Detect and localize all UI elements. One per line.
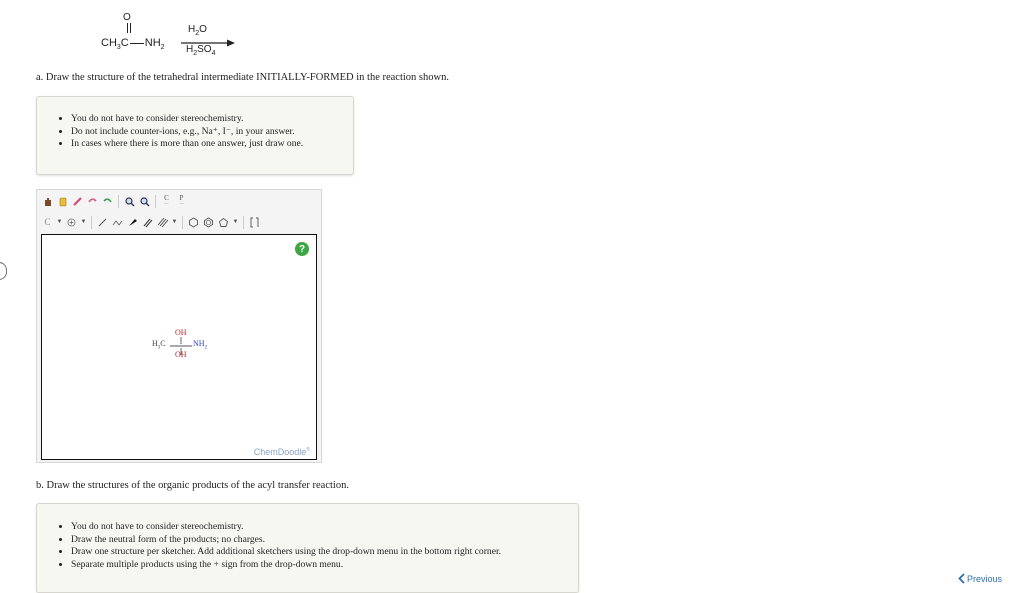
toolbar-separator (118, 194, 119, 208)
chevron-down-icon[interactable]: ▼ (232, 216, 239, 229)
carbonyl-oxygen: O (123, 12, 131, 23)
toolbar-separator (91, 215, 92, 229)
reagent-sulfuric-acid: H2SO4 (186, 44, 216, 57)
reaction-scheme: O CH3C NH2 H2O H2SO4 (95, 8, 255, 58)
charge-icon[interactable] (65, 216, 78, 229)
mol-right-nh2: NH2 (193, 339, 207, 351)
chevron-down-icon[interactable]: ▼ (171, 216, 178, 229)
hint-b-1: You do not have to consider stereochemis… (71, 521, 578, 534)
question-b: b. Draw the structures of the organic pr… (36, 480, 349, 491)
benzene-icon[interactable] (202, 216, 215, 229)
question-a: a. Draw the structure of the tetrahedral… (36, 72, 449, 83)
toolbar-separator (155, 194, 156, 208)
pen-icon[interactable] (71, 195, 84, 208)
carbonyl-double-bond (127, 23, 131, 33)
amine-nh: NH (144, 37, 161, 49)
toolbar-separator (182, 215, 183, 229)
erase-icon[interactable] (56, 195, 69, 208)
atom-c-icon[interactable]: C (41, 216, 54, 229)
previous-button[interactable]: Previous (958, 573, 1002, 584)
mol-left-c: C (160, 339, 166, 348)
mol-right-sub: 2 (204, 345, 208, 351)
chain-icon[interactable] (111, 216, 124, 229)
sketcher-toolbar-top: C ~~ P ~~ (41, 192, 188, 210)
water-o: O (199, 24, 207, 35)
hint-a-1: You do not have to consider stereochemis… (71, 113, 353, 126)
chemdoodle-logo: ChemDoodle® (254, 447, 310, 457)
hint-b-2: Draw the neutral form of the products; n… (71, 534, 578, 547)
hint-b-4: Separate multiple products using the + s… (71, 559, 578, 572)
cn-bond (129, 42, 144, 44)
zoom-out-icon[interactable] (138, 195, 151, 208)
perspective-icon[interactable]: P ~~ (175, 195, 188, 208)
help-button[interactable]: ? (295, 242, 309, 256)
methyl-ch: CH (101, 37, 117, 49)
hand-icon[interactable] (41, 195, 54, 208)
chemdoodle-sketcher: C ~~ P ~~ C ▼ ▼ ▼ ▼ ? OH H3C NH2 OH Chem… (36, 189, 322, 463)
mol-left-methyl: H3C (152, 339, 166, 351)
hint-b-3: Draw one structure per sketcher. Add add… (71, 546, 578, 559)
acetamide-formula: CH3C NH2 (101, 37, 165, 51)
mol-bottom-oh: OH (175, 350, 187, 359)
hint-box-a: You do not have to consider stereochemis… (36, 96, 354, 175)
hint-box-b: You do not have to consider stereochemis… (36, 503, 579, 593)
wedge-bond-icon[interactable] (126, 216, 139, 229)
chevron-left-icon (958, 573, 965, 584)
zoom-in-icon[interactable] (123, 195, 136, 208)
toolbar-separator (243, 215, 244, 229)
hint-a-3: In cases where there is more than one an… (71, 138, 353, 151)
mol-right-nh: NH (193, 339, 205, 348)
single-bond-icon[interactable] (96, 216, 109, 229)
triple-bond-icon[interactable] (156, 216, 169, 229)
double-bond-icon[interactable] (141, 216, 154, 229)
brand-mark: ® (306, 447, 310, 453)
reagent-water: H2O (188, 24, 207, 37)
sketcher-toolbar-bottom: C ▼ ▼ ▼ ▼ (41, 213, 261, 231)
clean-icon[interactable]: C ~~ (160, 195, 173, 208)
bracket-icon[interactable] (248, 216, 261, 229)
previous-label: Previous (966, 573, 1002, 584)
undo-icon[interactable] (86, 195, 99, 208)
hint-a-2: Do not include counter-ions, e.g., Na⁺, … (71, 126, 353, 139)
side-panel-toggle[interactable] (0, 262, 7, 280)
chevron-down-icon[interactable]: ▼ (56, 216, 63, 229)
amine-subscript: 2 (160, 44, 165, 52)
brand-text: ChemDoodle (253, 447, 307, 457)
cyclopentane-icon[interactable] (217, 216, 230, 229)
cyclohexane-icon[interactable] (187, 216, 200, 229)
drawing-canvas[interactable]: ? OH H3C NH2 OH ChemDoodle® (41, 234, 317, 460)
redo-icon[interactable] (101, 195, 114, 208)
acid-so: SO (197, 44, 212, 55)
carbonyl-carbon: C (120, 37, 129, 49)
chevron-down-icon[interactable]: ▼ (80, 216, 87, 229)
acid-subscript-4: 4 (211, 50, 216, 57)
